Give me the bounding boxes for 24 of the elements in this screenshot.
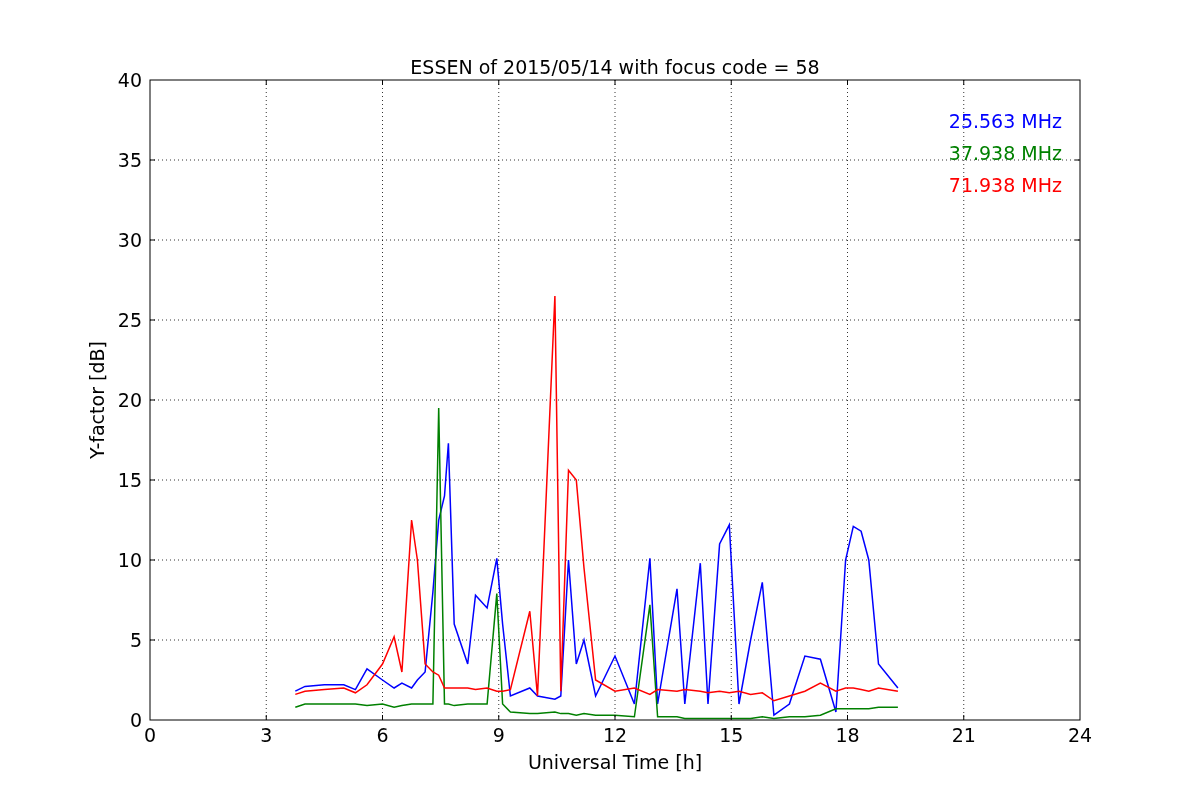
- tick-label: 15: [719, 724, 744, 746]
- axis-label: Universal Time [h]: [527, 751, 703, 773]
- tick-label: 5: [129, 629, 142, 651]
- tick-label: 18: [835, 724, 860, 746]
- tick-label: 3: [260, 724, 273, 746]
- legend-label: 25.563 MHz: [948, 110, 1062, 132]
- axis-label: Y-factor [dB]: [86, 341, 108, 459]
- tick-label: 15: [117, 469, 142, 491]
- tick-label: 21: [951, 724, 976, 746]
- legend-label: 71.938 MHz: [948, 174, 1062, 196]
- tick-label: 20: [117, 389, 142, 411]
- chart-title: ESSEN of 2015/05/14 with focus code = 58: [410, 56, 820, 78]
- tick-label: 0: [129, 709, 142, 731]
- legend-label: 37.938 MHz: [948, 142, 1062, 164]
- tick-label: 24: [1067, 724, 1093, 746]
- tick-label: 0: [143, 724, 157, 746]
- tick-label: 25: [117, 309, 142, 331]
- tick-label: 9: [492, 724, 505, 746]
- tick-label: 10: [117, 549, 142, 571]
- tick-label: 30: [117, 229, 142, 251]
- tick-label: 40: [117, 69, 142, 91]
- tick-label: 35: [117, 149, 142, 171]
- tick-label: 12: [602, 724, 628, 746]
- tick-label: 6: [376, 724, 389, 746]
